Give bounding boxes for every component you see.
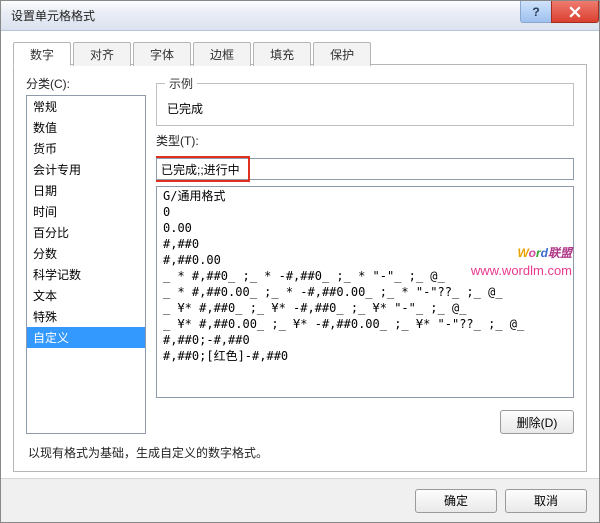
tab-1[interactable]: 对齐 [73,42,131,66]
window-title: 设置单元格格式 [11,7,95,24]
category-item[interactable]: 数值 [27,117,145,138]
dialog-body: 数字对齐字体边框填充保护 分类(C): 常规数值货币会计专用日期时间百分比分数科… [1,31,599,478]
format-item[interactable]: _ * #,##0_ ;_ * -#,##0_ ;_ * "-"_ ;_ @_ [157,268,573,284]
window-buttons: ? [521,1,599,23]
type-label: 类型(T): [156,132,574,149]
tab-2[interactable]: 字体 [133,42,191,66]
sample-legend: 示例 [165,75,197,92]
sample-value: 已完成 [165,96,565,119]
ok-button[interactable]: 确定 [415,489,497,513]
category-item[interactable]: 日期 [27,180,145,201]
category-item[interactable]: 分数 [27,243,145,264]
help-icon: ? [532,5,539,19]
tab-0[interactable]: 数字 [13,42,71,66]
format-item[interactable]: #,##0 [157,236,573,252]
category-item[interactable]: 自定义 [27,327,145,348]
category-item[interactable]: 常规 [27,96,145,117]
format-item[interactable]: #,##0;-#,##0 [157,332,573,348]
cancel-button[interactable]: 取消 [505,489,587,513]
format-item[interactable]: #,##0;[红色]-#,##0 [157,348,573,364]
dialog-footer: 确定 取消 [1,478,599,522]
delete-button[interactable]: 删除(D) [500,410,574,434]
dialog-window: 设置单元格格式 ? 数字对齐字体边框填充保护 分类(C): 常规数值货币会计专用… [0,0,600,523]
category-item[interactable]: 科学记数 [27,264,145,285]
tab-4[interactable]: 填充 [253,42,311,66]
hint-text: 以现有格式为基础，生成自定义的数字格式。 [26,434,574,461]
format-listbox[interactable]: G/通用格式00.00#,##0#,##0.00_ * #,##0_ ;_ * … [156,186,574,398]
category-item[interactable]: 时间 [27,201,145,222]
category-listbox[interactable]: 常规数值货币会计专用日期时间百分比分数科学记数文本特殊自定义 [26,95,146,434]
format-item[interactable]: _ * #,##0.00_ ;_ * -#,##0.00_ ;_ * "-"??… [157,284,573,300]
category-label: 分类(C): [26,75,146,92]
category-item[interactable]: 文本 [27,285,145,306]
tabstrip: 数字对齐字体边框填充保护 [13,41,587,65]
category-item[interactable]: 会计专用 [27,159,145,180]
titlebar[interactable]: 设置单元格格式 ? [1,1,599,31]
close-button[interactable] [551,1,599,23]
help-button[interactable]: ? [520,1,552,23]
category-item[interactable]: 货币 [27,138,145,159]
format-item[interactable]: 0 [157,204,573,220]
format-item[interactable]: G/通用格式 [157,188,573,204]
close-icon [569,6,581,18]
format-item[interactable]: _ ¥* #,##0_ ;_ ¥* -#,##0_ ;_ ¥* "-"_ ;_ … [157,300,573,316]
format-item[interactable]: 0.00 [157,220,573,236]
category-item[interactable]: 百分比 [27,222,145,243]
format-item[interactable]: _ ¥* #,##0.00_ ;_ ¥* -#,##0.00_ ;_ ¥* "-… [157,316,573,332]
type-input[interactable] [156,158,574,180]
format-item[interactable]: #,##0.00 [157,252,573,268]
tab-3[interactable]: 边框 [193,42,251,66]
tab-number-panel: 分类(C): 常规数值货币会计专用日期时间百分比分数科学记数文本特殊自定义 示例… [13,65,587,472]
sample-group: 示例 已完成 [156,75,574,126]
category-item[interactable]: 特殊 [27,306,145,327]
tab-5[interactable]: 保护 [313,42,371,66]
